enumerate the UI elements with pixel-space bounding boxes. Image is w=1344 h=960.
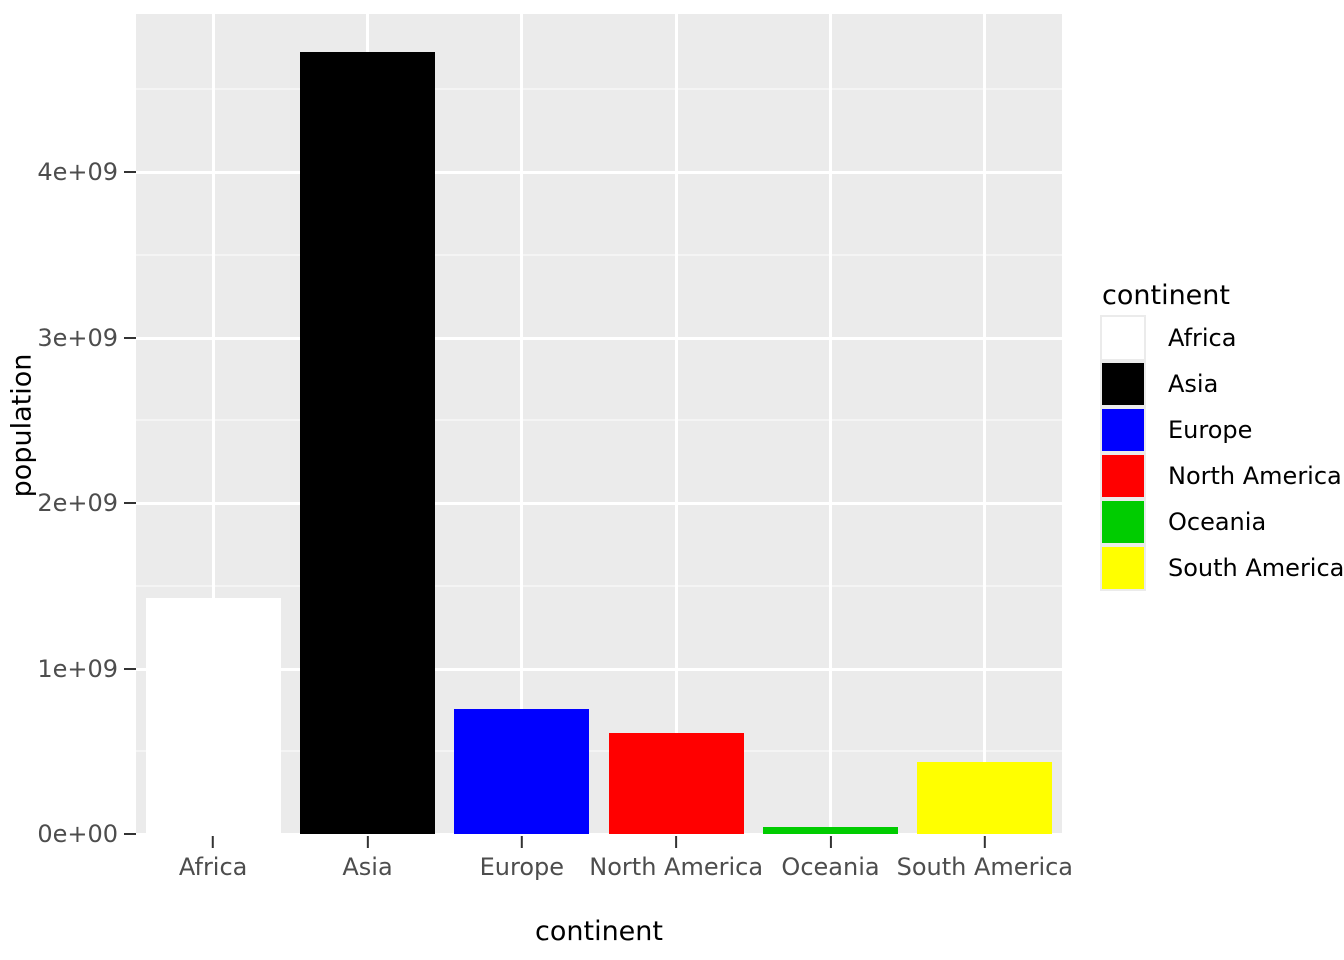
legend-swatch-icon: [1102, 455, 1144, 497]
y-axis-tick-mark: [124, 336, 136, 339]
plot-panel: [136, 14, 1062, 836]
x-axis-tick-mark: [829, 836, 832, 848]
x-axis-tick: Oceania: [781, 836, 880, 881]
y-axis-tick-mark: [124, 171, 136, 173]
legend-items: Africa Asia Europe North America Oceania Sout…: [1100, 315, 1344, 591]
legend-key: [1100, 361, 1146, 407]
gridline-major-horizontal: [136, 171, 1062, 174]
legend-item-label: Europe: [1168, 416, 1253, 444]
x-axis-tick-label: Africa: [178, 853, 248, 881]
x-axis-tick-mark: [983, 836, 986, 848]
y-axis-tick-mark: [124, 833, 136, 835]
legend-item-asia[interactable]: Asia: [1100, 361, 1344, 407]
legend-key: [1100, 453, 1146, 499]
y-axis-tick-mark: [124, 502, 136, 504]
legend-key: [1100, 499, 1146, 545]
legend-key: [1100, 315, 1146, 361]
x-axis-tick-label: Asia: [342, 853, 393, 881]
gridline-minor-horizontal: [136, 584, 1062, 587]
gridline-major-vertical: [829, 14, 832, 836]
x-axis-tick-label: Europe: [479, 853, 565, 881]
legend-title: continent: [1102, 280, 1230, 311]
bar-oceania[interactable]: [762, 827, 898, 834]
bar-africa[interactable]: [145, 598, 281, 834]
x-axis-tick-mark: [366, 836, 369, 848]
y-axis-tick-label: 1e+09: [37, 654, 118, 683]
legend-item-north-america[interactable]: North America: [1100, 453, 1344, 499]
x-axis-tick: Africa: [179, 836, 247, 879]
gridline-major-vertical: [674, 14, 678, 836]
legend-item-label: Asia: [1168, 370, 1219, 398]
x-axis-tick: Europe: [480, 836, 564, 879]
bar-south-america[interactable]: [917, 762, 1053, 834]
gridline-major-horizontal: [136, 502, 1062, 505]
y-axis-tick-label: 4e+09: [37, 158, 118, 186]
y-axis-tick-mark: [124, 667, 136, 670]
bar-north-america[interactable]: [608, 733, 744, 834]
gridline-minor-horizontal: [136, 253, 1062, 256]
y-axis-tick-label: 2e+09: [37, 489, 118, 517]
y-axis: 0e+00 1e+09 2e+09 3e+09 4e+09: [0, 0, 136, 960]
x-axis-tick-mark: [675, 836, 678, 848]
legend-swatch-icon: [1102, 409, 1144, 451]
gridline-minor-horizontal: [136, 88, 1062, 91]
legend-swatch-icon: [1102, 363, 1144, 405]
ggplot-bar-chart: population 0e+00 1e+09 2e+09 3e+09 4e+09 Afr…: [0, 0, 1344, 960]
x-axis-tick-label: South America: [896, 853, 1074, 881]
legend-swatch-icon: [1102, 547, 1144, 589]
legend: continent Africa Asia Europe North America O…: [1100, 282, 1344, 591]
x-axis-tick: South America: [897, 836, 1073, 879]
legend-item-label: Oceania: [1168, 508, 1267, 536]
y-axis-tick-label: 3e+09: [37, 323, 118, 352]
legend-item-oceania[interactable]: Oceania: [1100, 499, 1344, 545]
legend-swatch-icon: [1102, 317, 1144, 359]
gridline-major-horizontal: [136, 336, 1062, 340]
legend-item-label: South America: [1168, 554, 1344, 582]
x-axis-tick: North America: [589, 836, 763, 879]
x-axis-tick-label: North America: [589, 853, 764, 881]
y-axis-tick-label: 0e+00: [37, 820, 118, 848]
legend-swatch-icon: [1102, 501, 1144, 543]
legend-key: [1100, 407, 1146, 453]
x-axis-title: continent: [535, 916, 663, 947]
legend-item-europe[interactable]: Europe: [1100, 407, 1344, 453]
bar-asia[interactable]: [299, 52, 435, 834]
x-axis-tick-mark: [212, 836, 215, 848]
legend-item-south-america[interactable]: South America: [1100, 545, 1344, 591]
x-axis-tick-mark: [520, 836, 523, 848]
gridline-major-vertical: [983, 14, 987, 836]
gridline-minor-horizontal: [136, 419, 1062, 422]
bar-europe[interactable]: [454, 709, 590, 834]
x-axis-tick-label: Oceania: [781, 853, 880, 881]
legend-key: [1100, 545, 1146, 591]
legend-item-label: Africa: [1168, 324, 1237, 352]
legend-item-label: North America: [1168, 462, 1342, 490]
legend-item-africa[interactable]: Africa: [1100, 315, 1344, 361]
x-axis-tick: Asia: [342, 836, 393, 881]
